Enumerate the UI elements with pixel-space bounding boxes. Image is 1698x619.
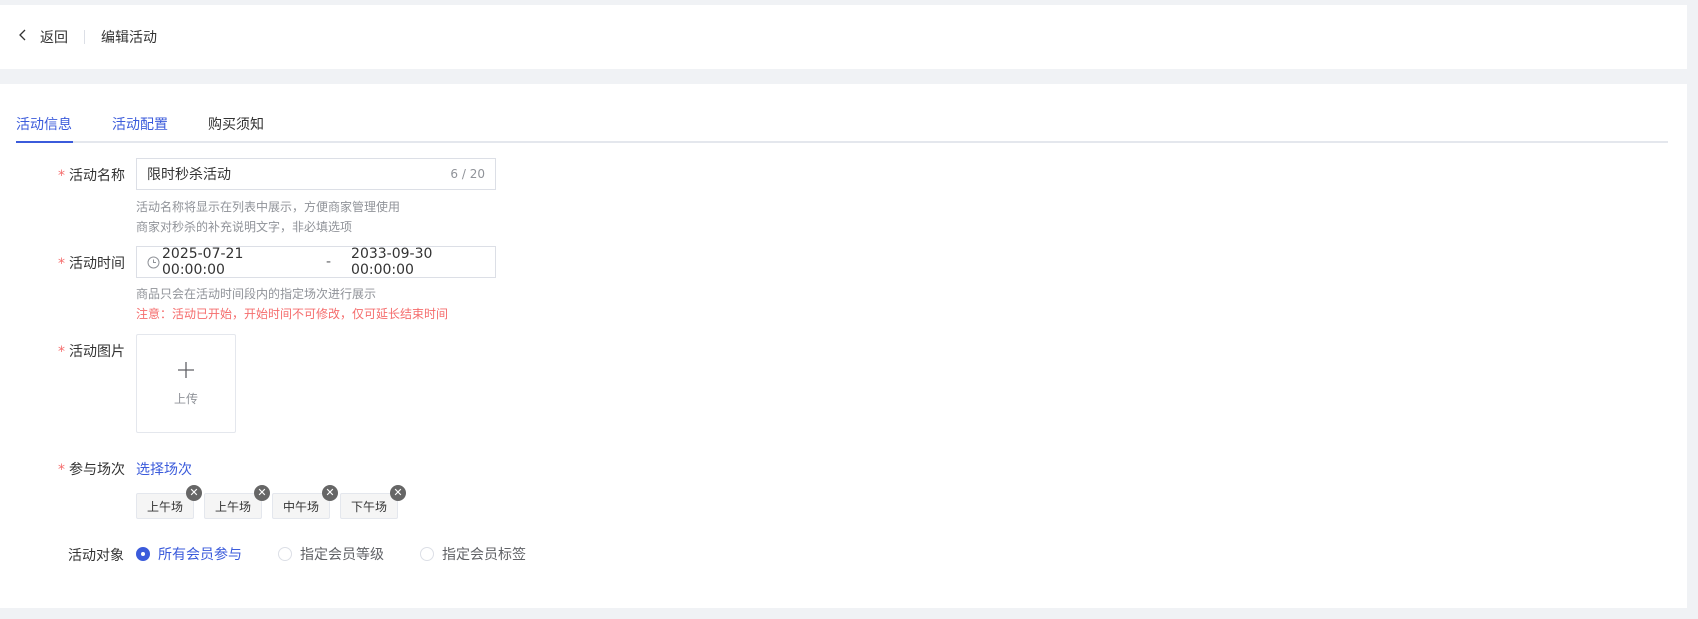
page-title: 编辑活动 — [101, 30, 157, 46]
time-hint: 商品只会在活动时间段内的指定场次进行展示 — [136, 287, 377, 301]
tab-purchase-notes[interactable]: 购买须知 — [208, 114, 264, 134]
session-tag: 中午场 ✕ — [272, 485, 339, 519]
radio-dot — [136, 547, 150, 561]
required-mark: * — [58, 168, 65, 184]
back-button[interactable]: 返回 — [16, 27, 68, 47]
audience-radio-group: 所有会员参与 指定会员等级 指定会员标签 — [136, 544, 562, 564]
upload-label: 上传 — [173, 392, 198, 406]
tab-active-indicator — [16, 141, 73, 143]
date-separator: - — [325, 254, 332, 270]
radio-member-tag[interactable]: 指定会员标签 — [420, 544, 526, 564]
radio-all-members[interactable]: 所有会员参与 — [136, 544, 242, 564]
required-mark: * — [58, 462, 65, 478]
end-date[interactable]: 2033-09-30 00:00:00 — [351, 246, 495, 278]
chevron-left-icon — [16, 28, 30, 46]
start-date[interactable]: 2025-07-21 00:00:00 — [162, 246, 306, 278]
name-hint-2: 商家对秒杀的补充说明文字，非必填选项 — [136, 220, 353, 234]
image-upload-button[interactable]: 上传 — [136, 334, 236, 433]
radio-dot — [420, 547, 434, 561]
close-icon[interactable]: ✕ — [322, 485, 339, 501]
select-sessions-link[interactable]: 选择场次 — [136, 459, 192, 479]
name-label: * 活动名称 — [58, 168, 125, 184]
close-icon[interactable]: ✕ — [186, 485, 203, 501]
tab-bar: 活动信息 活动配置 购买须知 — [16, 84, 1668, 143]
required-mark: * — [58, 256, 65, 272]
image-label: * 活动图片 — [58, 344, 125, 360]
name-hint-1: 活动名称将显示在列表中展示，方便商家管理使用 — [136, 200, 401, 214]
audience-label: 活动对象 — [68, 548, 124, 564]
required-mark: * — [58, 344, 65, 360]
main-panel: 活动信息 活动配置 购买须知 * 活动名称 限时秒杀活动 6 / 20 活动名称将… — [0, 84, 1687, 608]
close-icon[interactable]: ✕ — [254, 485, 271, 501]
session-tag: 上午场 ✕ — [204, 485, 271, 519]
radio-member-level[interactable]: 指定会员等级 — [278, 544, 384, 564]
tab-activity-info[interactable]: 活动信息 — [16, 114, 72, 134]
activity-name-input[interactable]: 限时秒杀活动 6 / 20 — [136, 158, 496, 190]
tab-activity-config[interactable]: 活动配置 — [112, 114, 168, 134]
time-label: * 活动时间 — [58, 256, 125, 272]
radio-dot — [278, 547, 292, 561]
time-warning: 注意：活动已开始，开始时间不可修改，仅可延长结束时间 — [136, 307, 449, 321]
sessions-label: * 参与场次 — [58, 462, 125, 478]
page-header: 返回 编辑活动 — [0, 5, 1687, 69]
back-label: 返回 — [40, 30, 68, 46]
close-icon[interactable]: ✕ — [390, 485, 407, 501]
session-tag: 下午场 ✕ — [340, 485, 407, 519]
clock-icon — [147, 256, 160, 269]
session-tag: 上午场 ✕ — [136, 485, 203, 519]
date-range-picker[interactable]: 2025-07-21 00:00:00 - 2033-09-30 00:00:0… — [136, 246, 496, 278]
header-divider — [84, 30, 85, 44]
plus-icon — [176, 360, 196, 384]
char-count: 6 / 20 — [450, 167, 485, 181]
activity-name-value: 限时秒杀活动 — [147, 167, 231, 183]
